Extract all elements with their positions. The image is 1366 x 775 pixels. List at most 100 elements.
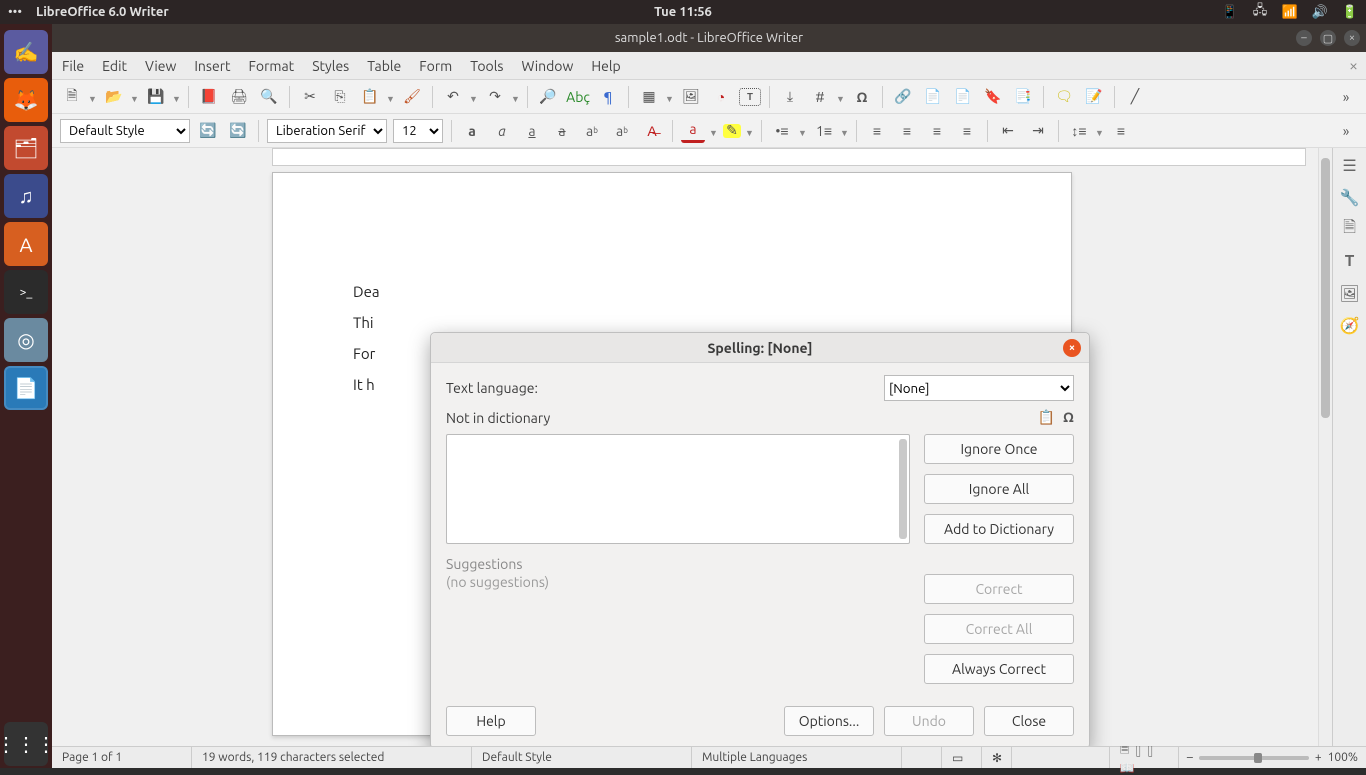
new-style-icon[interactable]: 🔄 — [226, 119, 250, 143]
clone-format-icon[interactable]: 🖌 — [400, 85, 424, 109]
window-minimize-button[interactable]: – — [1296, 30, 1312, 46]
insert-table-icon[interactable]: ▦ — [637, 85, 661, 109]
align-justify-icon[interactable]: ≡ — [955, 119, 979, 143]
insert-comment-icon[interactable]: 🗨 — [1052, 85, 1076, 109]
activity-menu-icon[interactable]: ••• — [8, 5, 22, 19]
text-language-select[interactable]: [None] — [884, 375, 1074, 401]
underline-icon[interactable]: a — [520, 119, 544, 143]
sidebar-styles-icon[interactable]: T — [1339, 250, 1361, 272]
status-wordcount[interactable]: 19 words, 119 characters selected — [192, 747, 472, 768]
close-document-button[interactable]: × — [1349, 57, 1358, 75]
launcher-item-writer[interactable]: 📄 — [4, 366, 48, 410]
launcher-apps-button[interactable]: ⋮⋮⋮ — [4, 722, 48, 766]
menu-file[interactable]: File — [62, 58, 84, 74]
menu-form[interactable]: Form — [419, 58, 452, 74]
insert-crossref-icon[interactable]: 📑 — [1011, 85, 1035, 109]
paste-icon[interactable]: 📋 — [358, 85, 382, 109]
launcher-item-files[interactable]: 🗂 — [4, 126, 48, 170]
battery-icon[interactable]: 🔋 — [1342, 4, 1358, 20]
draw-line-icon[interactable]: ╱ — [1123, 85, 1147, 109]
bold-icon[interactable]: a — [460, 119, 484, 143]
close-button[interactable]: Close — [984, 706, 1074, 736]
launcher-item-chromium[interactable]: ◎ — [4, 318, 48, 362]
dialog-close-icon[interactable]: × — [1063, 339, 1081, 357]
status-page[interactable]: Page 1 of 1 — [52, 747, 192, 768]
add-to-dictionary-button[interactable]: Add to Dictionary — [924, 514, 1074, 544]
cut-icon[interactable]: ✂ — [298, 85, 322, 109]
launcher-item-music[interactable]: ♫ — [4, 174, 48, 218]
sidebar-gallery-icon[interactable]: 🖼 — [1339, 282, 1361, 304]
spellcheck-icon[interactable]: Abç — [566, 85, 590, 109]
copy-icon[interactable]: ⎘ — [328, 85, 352, 109]
insert-textbox-icon[interactable]: T — [739, 88, 761, 106]
not-in-dictionary-textarea[interactable] — [446, 434, 910, 544]
volume-icon[interactable]: 🔊 — [1312, 4, 1328, 20]
scrollbar-thumb[interactable] — [1321, 158, 1330, 418]
insert-pagebreak-icon[interactable]: ⤓ — [778, 85, 802, 109]
status-insert-mode[interactable] — [902, 747, 942, 768]
insert-field-icon[interactable]: # — [808, 85, 832, 109]
dialog-titlebar[interactable]: Spelling: [None] × — [431, 333, 1089, 363]
insert-bookmark-icon[interactable]: 🔖 — [981, 85, 1005, 109]
horizontal-ruler[interactable] — [272, 148, 1306, 166]
zoom-slider[interactable] — [1199, 756, 1309, 760]
sidebar-page-icon[interactable]: 🗎 — [1339, 218, 1361, 240]
undo-icon[interactable]: ↶ — [441, 85, 465, 109]
update-style-icon[interactable]: 🔄 — [196, 119, 220, 143]
sidebar-settings-icon[interactable]: ☰ — [1339, 154, 1361, 176]
toolbar-overflow-icon[interactable]: » — [1334, 85, 1358, 109]
wifi-icon[interactable]: 📶 — [1282, 4, 1298, 20]
ignore-all-button[interactable]: Ignore All — [924, 474, 1074, 504]
launcher-item-search[interactable]: ✍ — [4, 30, 48, 74]
menu-window[interactable]: Window — [521, 58, 573, 74]
line-spacing-icon[interactable]: ↕≡ — [1067, 119, 1091, 143]
sidebar-properties-icon[interactable]: 🔧 — [1339, 186, 1361, 208]
new-icon[interactable]: 🗎 — [60, 85, 84, 109]
subscript-icon[interactable]: ab — [610, 119, 634, 143]
para-spacing-icon[interactable]: ≡ — [1109, 119, 1133, 143]
find-replace-icon[interactable]: 🔎 — [536, 85, 560, 109]
font-color-icon[interactable]: a — [681, 119, 705, 143]
paragraph-style-select[interactable]: Default Style — [60, 119, 190, 143]
save-icon[interactable]: 💾 — [144, 85, 168, 109]
launcher-item-firefox[interactable]: 🦊 — [4, 78, 48, 122]
correct-button[interactable]: Correct — [924, 574, 1074, 604]
insert-image-icon[interactable]: 🖼 — [679, 85, 703, 109]
system-clock[interactable]: Tue 11:56 — [654, 5, 712, 19]
insert-symbol-icon[interactable]: Ω — [850, 85, 874, 109]
print-preview-icon[interactable]: 🔍 — [257, 85, 281, 109]
track-changes-icon[interactable]: 📝 — [1082, 85, 1106, 109]
correct-all-button[interactable]: Correct All — [924, 614, 1074, 644]
open-icon[interactable]: 📂 — [102, 85, 126, 109]
vertical-scrollbar[interactable] — [1318, 148, 1332, 746]
launcher-item-terminal[interactable]: >_ — [4, 270, 48, 314]
font-name-select[interactable]: Liberation Serif — [267, 119, 387, 143]
superscript-icon[interactable]: ab — [580, 119, 604, 143]
network-icon[interactable]: 🖧 — [1252, 4, 1268, 20]
phone-icon[interactable]: 📱 — [1222, 4, 1238, 20]
menu-format[interactable]: Format — [249, 58, 295, 74]
paste-icon[interactable]: 📋 — [1038, 409, 1055, 426]
status-language[interactable]: Multiple Languages — [692, 747, 902, 768]
menu-styles[interactable]: Styles — [312, 58, 349, 74]
window-close-button[interactable]: × — [1344, 30, 1360, 46]
menu-edit[interactable]: Edit — [102, 58, 127, 74]
formatting-marks-icon[interactable]: ¶ — [596, 85, 620, 109]
scrollbar-thumb[interactable] — [899, 439, 907, 539]
status-view-layout[interactable]: 🗎 ▯▯ 📖 — [1109, 747, 1179, 768]
redo-icon[interactable]: ↷ — [483, 85, 507, 109]
status-selection-mode[interactable]: ▭ — [942, 747, 982, 768]
strikethrough-icon[interactable]: a — [550, 119, 574, 143]
insert-endnote-icon[interactable]: 📄 — [951, 85, 975, 109]
align-right-icon[interactable]: ≡ — [925, 119, 949, 143]
always-correct-button[interactable]: Always Correct — [924, 654, 1074, 684]
insert-chart-icon[interactable]: ◔ — [709, 85, 733, 109]
options-button[interactable]: Options... — [784, 706, 874, 736]
ignore-once-button[interactable]: Ignore Once — [924, 434, 1074, 464]
status-signature[interactable]: ✻ — [982, 747, 1012, 768]
menu-view[interactable]: View — [145, 58, 176, 74]
zoom-in-button[interactable]: + — [1315, 751, 1322, 764]
highlight-icon[interactable]: ✎ — [723, 124, 741, 138]
undo-button[interactable]: Undo — [884, 706, 974, 736]
export-pdf-icon[interactable]: 📕 — [197, 85, 221, 109]
